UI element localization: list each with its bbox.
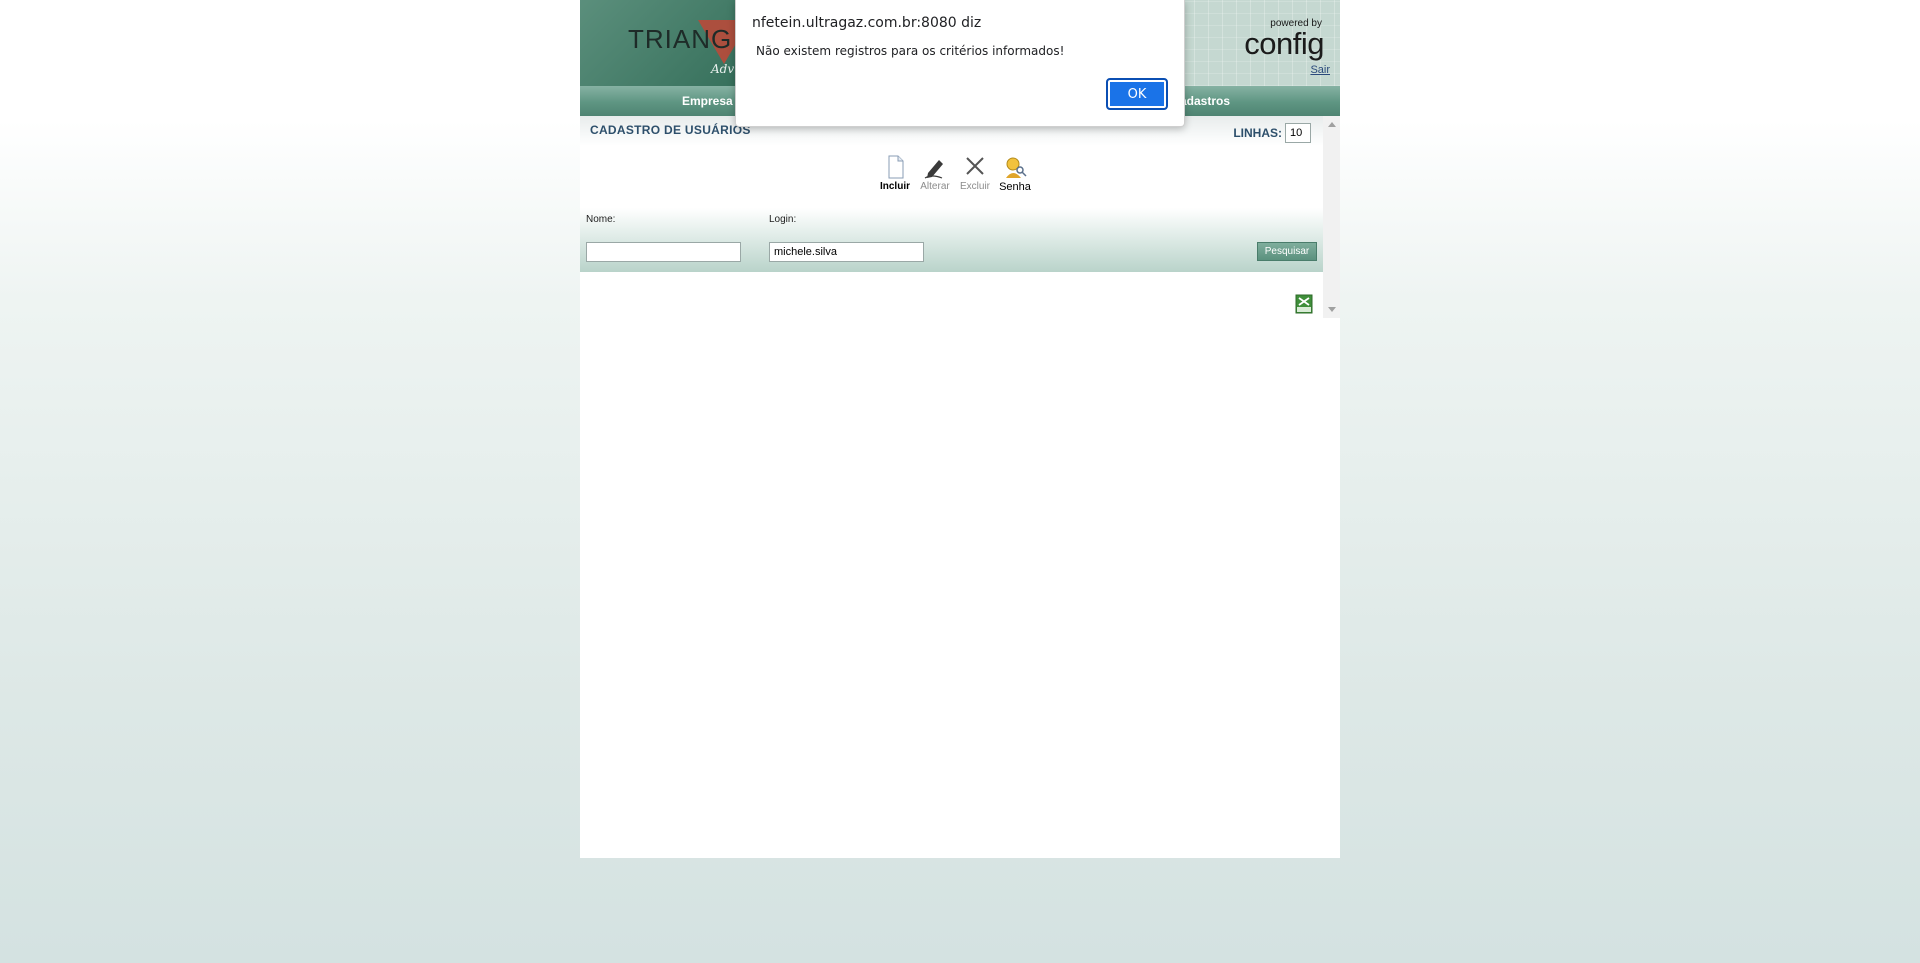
new-document-icon <box>888 155 904 179</box>
excluir-button[interactable]: Excluir <box>955 154 995 192</box>
alert-dialog: nfetein.ultragaz.com.br:8080 diz Não exi… <box>735 0 1185 127</box>
delete-x-icon <box>966 157 984 175</box>
nav-item-cadastros[interactable]: adastros <box>1180 94 1230 108</box>
nome-input[interactable] <box>586 242 741 262</box>
export-xls-icon[interactable] <box>1295 294 1313 314</box>
alterar-button[interactable]: Alterar <box>915 154 955 192</box>
nav-item-empresa[interactable]: Empresa <box>682 94 733 108</box>
content-frame: CADASTRO DE USUÁRIOS LINHAS: Incluir Alt… <box>580 116 1340 318</box>
incluir-label: Incluir <box>879 181 910 192</box>
sair-link[interactable]: Sair <box>1310 64 1330 76</box>
pesquisar-button[interactable]: Pesquisar <box>1257 242 1317 261</box>
content-scrollbar[interactable] <box>1323 116 1340 318</box>
page-title: CADASTRO DE USUÁRIOS <box>590 123 751 137</box>
alterar-label: Alterar <box>920 181 950 192</box>
user-key-icon <box>1006 157 1027 178</box>
incluir-button[interactable]: Incluir <box>875 154 915 192</box>
triangulo-logo-subtext: Adv <box>711 62 735 76</box>
config-logo: config <box>1244 26 1324 61</box>
excluir-label: Excluir <box>959 181 990 192</box>
dialog-ok-button[interactable]: OK <box>1106 78 1168 110</box>
login-input[interactable] <box>769 242 924 262</box>
linhas-label: LINHAS: <box>1233 126 1282 140</box>
nome-label: Nome: <box>586 214 616 225</box>
scroll-down-icon[interactable] <box>1328 307 1336 312</box>
app-window: TRIANG Adv powered by config Sair Empres… <box>580 0 1340 858</box>
senha-button[interactable]: Senha <box>995 154 1035 193</box>
dialog-message: Não existem registros para os critérios … <box>756 44 1065 58</box>
senha-label: Senha <box>999 181 1031 193</box>
scroll-up-icon[interactable] <box>1328 122 1336 127</box>
action-toolbar: Incluir Alterar Excluir Senha <box>875 154 1055 196</box>
dialog-title: nfetein.ultragaz.com.br:8080 diz <box>752 15 982 31</box>
filter-panel: Nome: Login: Pesquisar <box>580 208 1323 272</box>
linhas-input[interactable] <box>1285 123 1311 143</box>
edit-pen-icon <box>924 160 943 179</box>
triangulo-logo-text: TRIANG <box>628 24 733 54</box>
login-label: Login: <box>769 214 797 225</box>
